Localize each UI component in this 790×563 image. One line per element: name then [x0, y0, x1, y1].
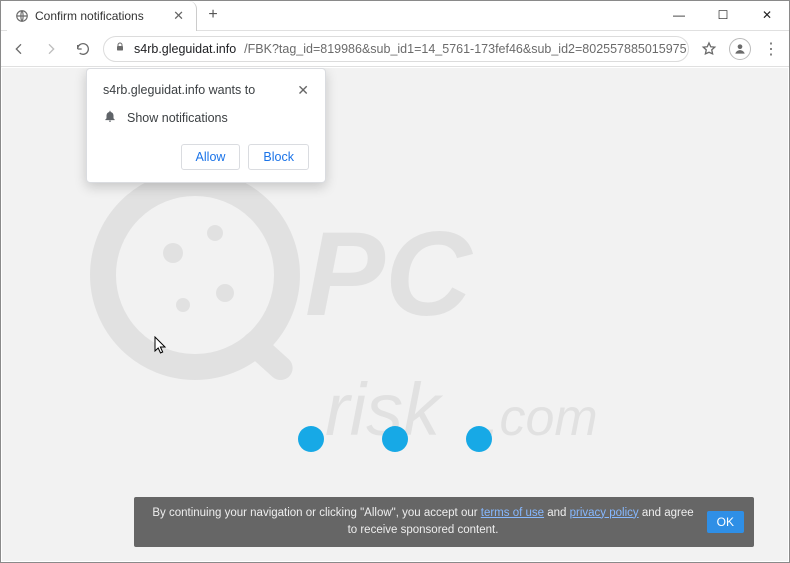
- permission-close-icon[interactable]: ✕: [297, 83, 309, 97]
- notification-permission-dialog: s4rb.gleguidat.info wants to ✕ Show noti…: [86, 68, 326, 183]
- dot-1: [298, 426, 324, 452]
- profile-avatar-icon[interactable]: [729, 38, 751, 60]
- terms-link[interactable]: terms of use: [481, 507, 544, 519]
- browser-window: Confirm notifications ✕ + — ☐ ✕ s4rb.gle…: [0, 0, 790, 563]
- bookmark-star-icon[interactable]: [697, 37, 721, 61]
- maximize-button[interactable]: ☐: [701, 1, 745, 29]
- permission-option: Show notifications: [127, 111, 228, 125]
- browser-tab[interactable]: Confirm notifications ✕: [7, 1, 197, 31]
- permission-header: s4rb.gleguidat.info wants to: [103, 83, 255, 97]
- tab-title: Confirm notifications: [35, 9, 144, 23]
- address-bar[interactable]: s4rb.gleguidat.info /FBK?tag_id=819986&s…: [103, 36, 689, 62]
- dot-3: [466, 426, 492, 452]
- url-path: /FBK?tag_id=819986&sub_id1=14_5761-173fe…: [244, 42, 689, 56]
- consent-pre: By continuing your navigation or clickin…: [152, 507, 480, 519]
- back-button[interactable]: [7, 37, 31, 61]
- dot-2: [382, 426, 408, 452]
- block-button[interactable]: Block: [248, 144, 309, 170]
- allow-button[interactable]: Allow: [181, 144, 241, 170]
- minimize-button[interactable]: —: [657, 1, 701, 29]
- consent-bar: By continuing your navigation or clickin…: [134, 497, 754, 548]
- tab-close-icon[interactable]: ✕: [169, 8, 188, 24]
- url-domain: s4rb.gleguidat.info: [134, 42, 236, 56]
- page-viewport: PC risk .com Please tap the Allow button…: [2, 68, 788, 561]
- privacy-link[interactable]: privacy policy: [570, 507, 639, 519]
- window-controls: — ☐ ✕: [657, 1, 789, 29]
- cursor-icon: [154, 336, 168, 361]
- close-window-button[interactable]: ✕: [745, 1, 789, 29]
- toolbar: s4rb.gleguidat.info /FBK?tag_id=819986&s…: [1, 31, 789, 67]
- new-tab-button[interactable]: +: [199, 1, 227, 29]
- loading-dots: [298, 426, 492, 452]
- consent-ok-button[interactable]: OK: [707, 511, 744, 533]
- lock-icon: [114, 41, 126, 56]
- globe-icon: [15, 9, 29, 23]
- bell-icon: [103, 109, 117, 126]
- forward-button[interactable]: [39, 37, 63, 61]
- consent-mid: and: [544, 507, 570, 519]
- kebab-menu-icon[interactable]: ⋮: [759, 39, 783, 59]
- svg-text:PC: PC: [305, 207, 474, 341]
- svg-text:.com: .com: [485, 389, 598, 447]
- titlebar: Confirm notifications ✕ + — ☐ ✕: [1, 1, 789, 31]
- reload-button[interactable]: [71, 37, 95, 61]
